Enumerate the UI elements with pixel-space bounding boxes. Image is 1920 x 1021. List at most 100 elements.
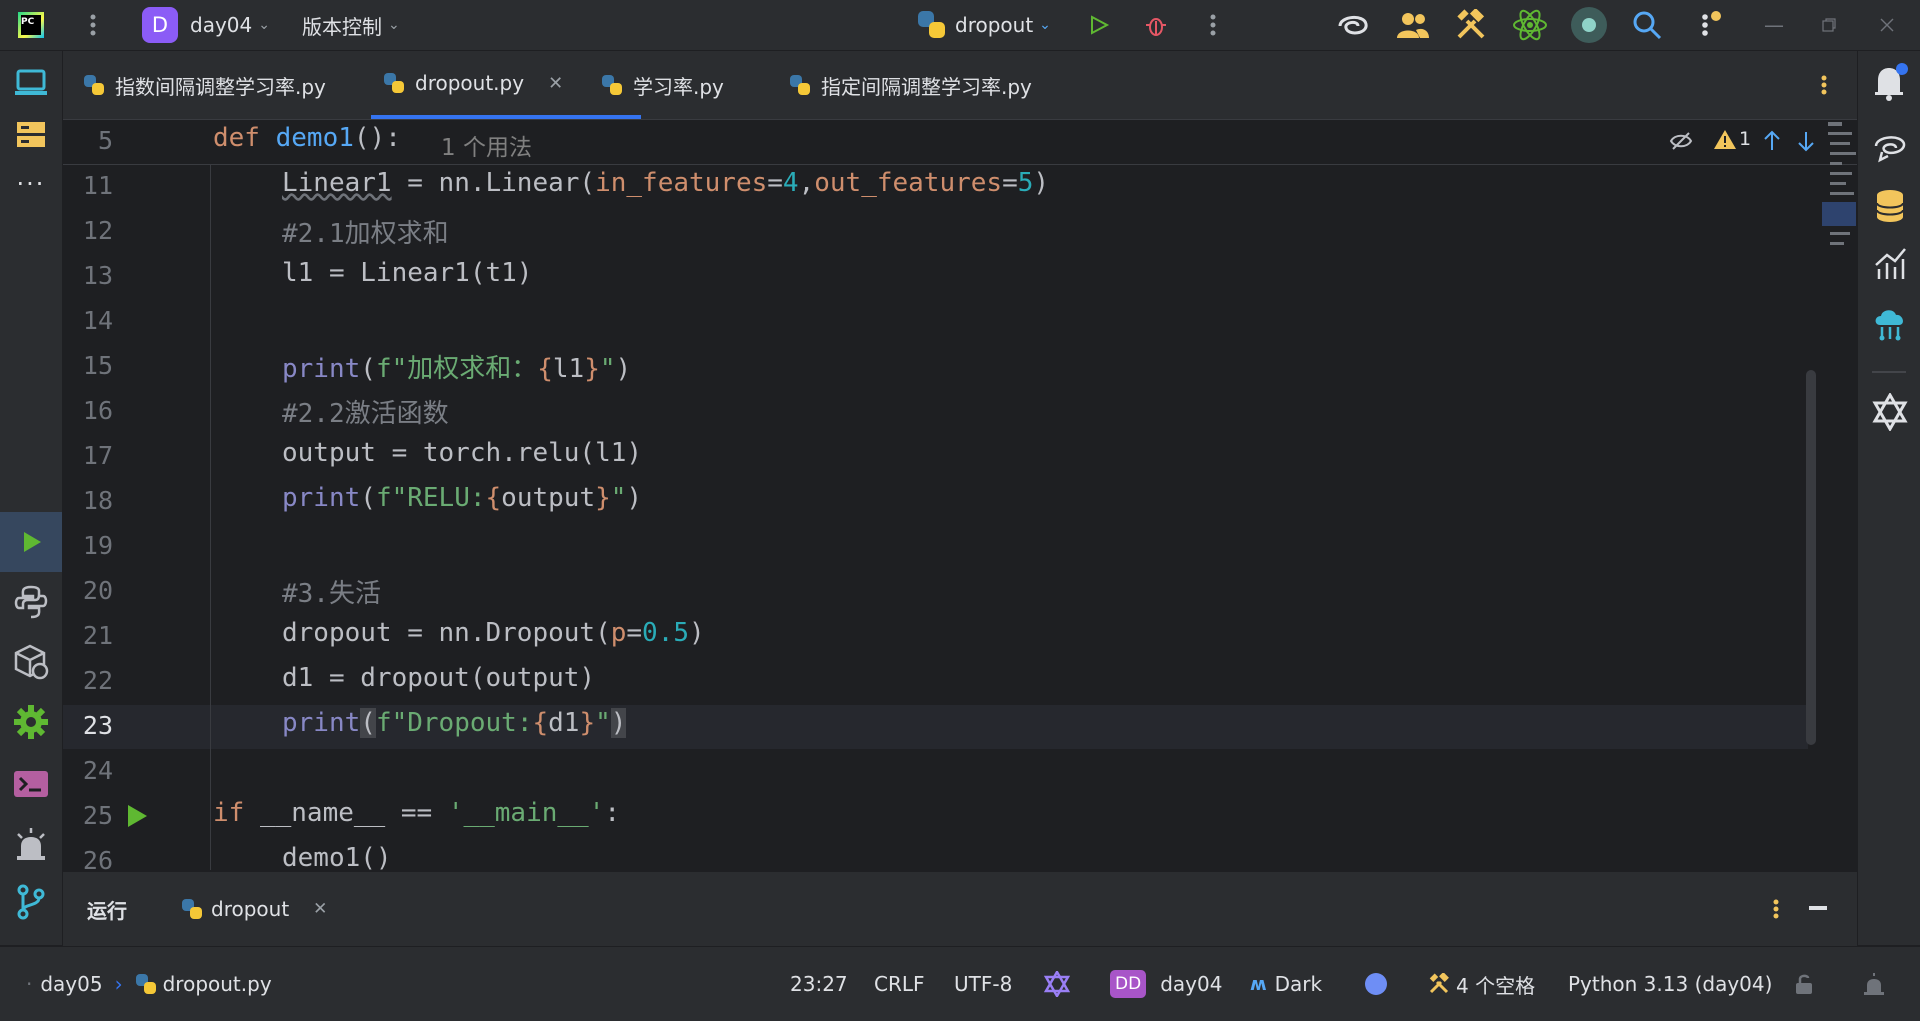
project-selector[interactable]: D day04 ⌄ — [142, 0, 270, 50]
more-tool-windows-button[interactable]: ··· — [0, 161, 62, 207]
breadcrumb-file[interactable]: dropout.py — [163, 972, 272, 996]
read-only-toggle[interactable] — [1794, 947, 1814, 1021]
settings-tool-button[interactable] — [0, 699, 62, 745]
sticky-function-header[interactable]: 5 def demo1(): 1 个用法 1 — [63, 120, 1857, 165]
more-actions-button[interactable] — [1208, 0, 1218, 50]
code-line-22: d1 = dropout(output) — [282, 663, 596, 693]
debug-button[interactable] — [1144, 0, 1168, 50]
tab-step-lr[interactable]: 指定间隔调整学习率.py — [789, 51, 1032, 119]
build-tools-button[interactable] — [1455, 0, 1487, 50]
vertical-scrollbar[interactable] — [1806, 370, 1816, 745]
next-highlight-button[interactable] — [1797, 130, 1815, 152]
sciview-button[interactable] — [1858, 241, 1920, 287]
vcs-label: 版本控制 — [302, 14, 382, 39]
run-icon — [1091, 15, 1110, 35]
ai-assistant-button[interactable] — [1336, 0, 1370, 50]
project-name: day04 — [190, 13, 253, 37]
git-button[interactable] — [0, 879, 62, 925]
run-panel-options[interactable] — [1771, 897, 1781, 921]
run-button[interactable] — [1088, 0, 1110, 50]
plugin-tool-button[interactable] — [1858, 389, 1920, 435]
code-line-17: output = torch.relu(l1) — [282, 438, 643, 468]
bug-icon — [1146, 18, 1166, 36]
line-separator[interactable]: CRLF — [874, 947, 925, 1021]
tab-exponential-lr[interactable]: 指数间隔调整学习率.py — [83, 51, 326, 119]
arrow-down-icon — [1798, 132, 1814, 152]
run-tab-dropout[interactable]: dropout ✕ — [181, 872, 327, 946]
star-knot-icon — [1871, 393, 1908, 431]
line-number: 19 — [82, 531, 113, 560]
line-number: 16 — [82, 396, 113, 425]
search-button[interactable] — [1632, 0, 1662, 50]
theme-switcher[interactable]: ʍ Dark — [1250, 947, 1322, 1021]
record-button[interactable] — [1570, 0, 1608, 50]
tools-icon — [1457, 9, 1485, 39]
code-line-16: #2.2激活函数 — [282, 399, 449, 429]
pycharm-logo[interactable] — [18, 12, 44, 38]
toggle-reader-mode[interactable] — [1669, 130, 1693, 152]
main-menu-button[interactable] — [88, 0, 98, 50]
minimize-button[interactable]: — — [1764, 0, 1784, 50]
vcs-selector[interactable]: 版本控制 ⌄ — [302, 0, 400, 50]
line-number: 24 — [82, 756, 113, 785]
chart-icon — [1874, 248, 1906, 279]
python-packages-button[interactable] — [0, 639, 62, 685]
code-editor[interactable]: 11 12 13 14 15 16 17 18 19 20 21 22 23 2… — [63, 120, 1857, 870]
code-line-20: #3.失活 — [282, 579, 381, 609]
minimize-panel-icon[interactable] — [1809, 906, 1827, 910]
previous-highlight-button[interactable] — [1763, 130, 1781, 152]
file-encoding[interactable]: UTF-8 — [954, 947, 1012, 1021]
record-icon — [1571, 7, 1607, 43]
project-view-button[interactable] — [0, 60, 62, 106]
run-tool-button[interactable] — [0, 512, 62, 572]
restore-button[interactable] — [1822, 0, 1836, 50]
settings-menu-button[interactable] — [1698, 0, 1722, 50]
database-button[interactable] — [1858, 183, 1920, 229]
caret-position[interactable]: 23:27 — [790, 947, 848, 1021]
project-badge: DD — [1110, 970, 1147, 998]
notifications-button[interactable] — [1858, 59, 1920, 105]
toolbar-divider — [1872, 371, 1906, 373]
python-console-button[interactable] — [0, 579, 62, 625]
atom-plugin-button[interactable] — [1511, 0, 1549, 50]
close-window-button[interactable] — [1880, 0, 1894, 50]
run-config-selector[interactable]: dropout ⌄ — [915, 0, 1051, 50]
inspection-widget[interactable]: 1 — [1713, 128, 1751, 150]
status-indicator[interactable] — [1364, 947, 1388, 1021]
services-button[interactable] — [0, 821, 62, 867]
chevron-down-icon: ⌄ — [388, 17, 400, 33]
kebab-menu-icon — [90, 14, 96, 36]
tab-options-button[interactable] — [1819, 51, 1829, 119]
users-icon — [1397, 13, 1429, 38]
line-number: 18 — [82, 486, 113, 515]
gear-icon — [14, 705, 48, 739]
terminal-button[interactable] — [0, 761, 62, 807]
inspection-status[interactable] — [1862, 947, 1886, 1021]
ai-chat-button[interactable] — [1858, 123, 1920, 169]
indent-setting[interactable]: 4 个空格 — [1428, 947, 1535, 1021]
chat-swirl-icon — [1874, 136, 1905, 163]
plugin-status-button[interactable] — [1044, 947, 1070, 1021]
tab-learning-rate[interactable]: 学习率.py — [601, 51, 724, 119]
terminal-icon — [14, 771, 48, 797]
line-number: 22 — [82, 666, 113, 695]
structure-button[interactable] — [0, 111, 62, 157]
close-tab-icon[interactable]: ✕ — [548, 73, 563, 94]
code-with-me-button[interactable] — [1396, 0, 1430, 50]
project-status[interactable]: DD day04 — [1110, 947, 1222, 1021]
line-number: 15 — [82, 351, 113, 380]
kebab-menu-icon — [1821, 75, 1827, 95]
python-file-icon — [84, 75, 104, 95]
run-gutter-button[interactable] — [125, 803, 149, 829]
breadcrumb-folder[interactable]: day05 — [40, 972, 102, 996]
right-tool-strip — [1857, 51, 1920, 945]
close-tab-icon[interactable]: ✕ — [313, 899, 327, 919]
usages-hint[interactable]: 1 个用法 — [441, 128, 532, 162]
swirl-icon — [1338, 16, 1368, 35]
python-interpreter[interactable]: Python 3.13 (day04) — [1568, 947, 1772, 1021]
breadcrumb[interactable]: · day05 › dropout.py — [26, 947, 272, 1021]
remote-host-button[interactable] — [1858, 301, 1920, 347]
line-number-current: 23 — [82, 711, 113, 740]
code-minimap[interactable] — [1822, 122, 1856, 252]
tab-label: 学习率.py — [633, 74, 724, 99]
